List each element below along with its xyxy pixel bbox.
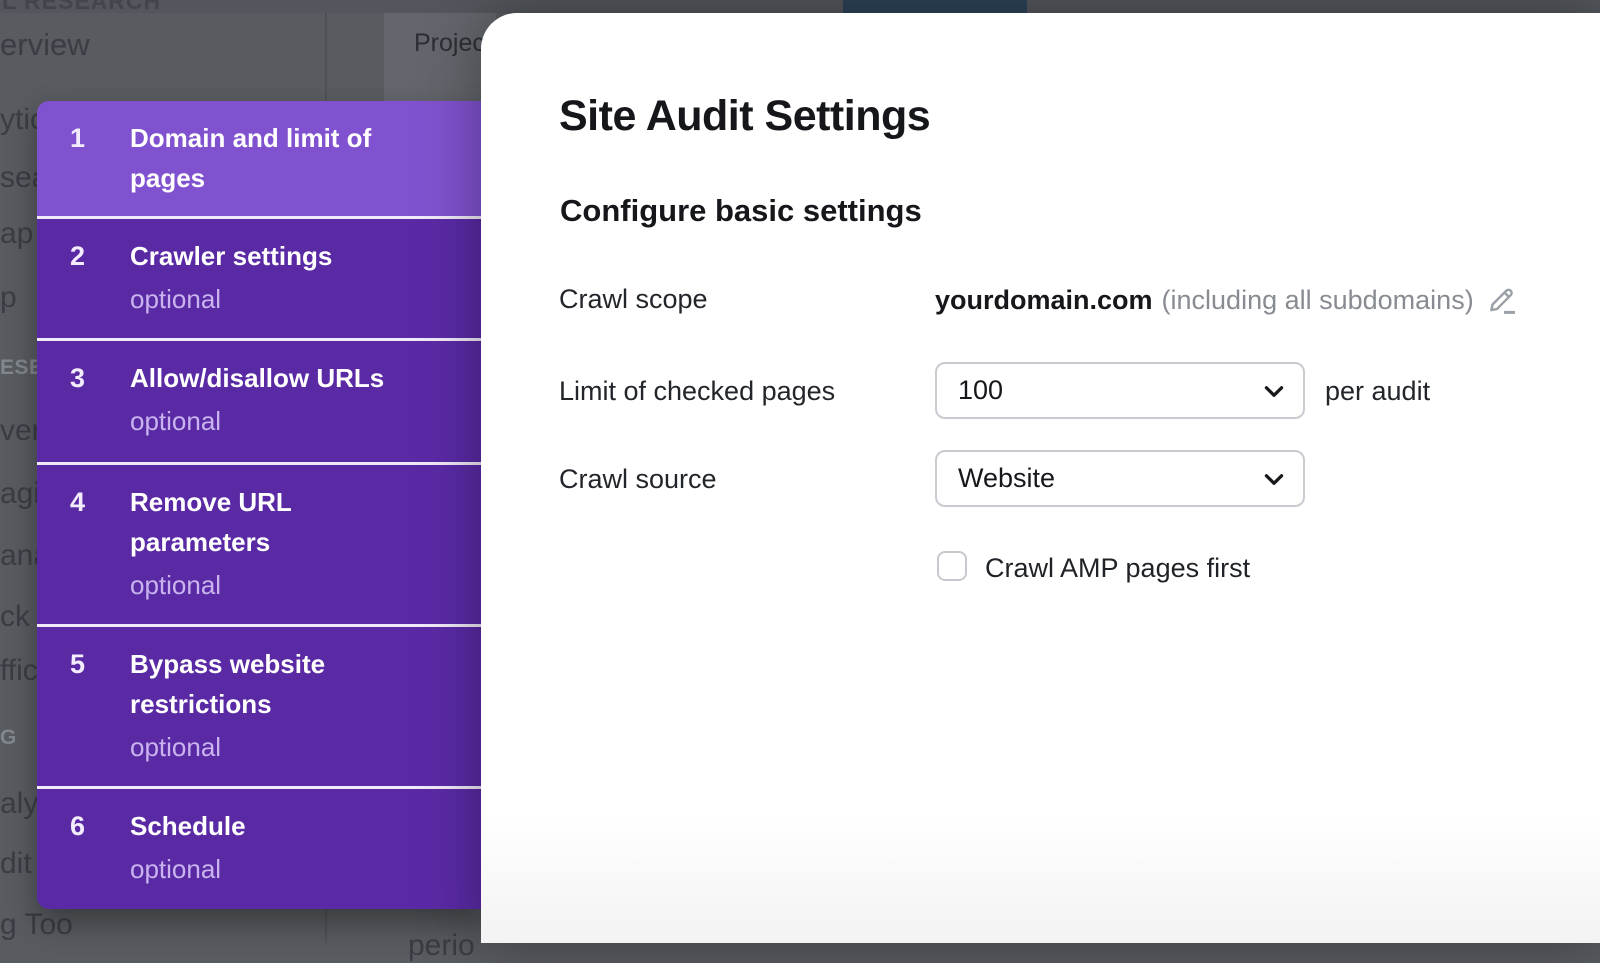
step-title: Bypass website restrictions: [130, 644, 415, 724]
sidebar-fragment: G: [0, 726, 17, 750]
crawl-scope-value: yourdomain.com (including all subdomains…: [935, 282, 1518, 318]
step-title: Remove URL parameters: [130, 482, 415, 562]
step-optional-label: optional: [130, 404, 481, 438]
sidebar-fragment: g Too: [0, 908, 73, 942]
step-optional-label: optional: [130, 282, 481, 316]
crawl-source-select-value: Website: [958, 463, 1055, 494]
step-bypass-website-restrictions[interactable]: 5 Bypass website restrictions optional: [37, 624, 481, 786]
sidebar-fragment: ap: [0, 217, 33, 251]
chevron-down-icon: [1261, 378, 1287, 404]
crawl-source-label: Crawl source: [559, 464, 717, 495]
crawl-scope-domain: yourdomain.com: [935, 285, 1153, 316]
crawl-source-select[interactable]: Website: [935, 450, 1305, 507]
step-number: 2: [37, 236, 130, 276]
background-tab-label: Projec: [414, 29, 485, 58]
sidebar-fragment: ck: [0, 600, 30, 634]
step-number: 5: [37, 644, 130, 724]
background-topbar-button: [843, 0, 1027, 13]
crawl-amp-checkbox[interactable]: [937, 551, 967, 581]
sidebar-fragment: ffic: [0, 654, 38, 688]
section-heading: Configure basic settings: [560, 193, 922, 229]
sidebar-fragment: agi: [0, 477, 40, 511]
settings-step-nav: 1 Domain and limit of pages 2 Crawler se…: [37, 101, 481, 909]
crawl-scope-note: (including all subdomains): [1162, 285, 1474, 316]
step-title: Schedule: [130, 806, 415, 846]
step-optional-label: optional: [130, 852, 481, 886]
limit-select-value: 100: [958, 375, 1003, 406]
background-tab[interactable]: Projec: [384, 13, 496, 101]
crawl-amp-label[interactable]: Crawl AMP pages first: [985, 553, 1250, 584]
step-number: 1: [37, 118, 130, 198]
sidebar-fragment: ver: [0, 414, 42, 448]
edit-pencil-icon[interactable]: [1486, 284, 1518, 316]
step-crawler-settings[interactable]: 2 Crawler settings optional: [37, 216, 481, 338]
crawl-scope-label: Crawl scope: [559, 284, 708, 315]
background-topbar: [0, 0, 1600, 13]
step-schedule[interactable]: 6 Schedule optional: [37, 786, 481, 909]
step-title: Domain and limit of pages: [130, 118, 415, 198]
sidebar-fragment: L RESEARCH: [2, 0, 161, 15]
step-title: Allow/disallow URLs: [130, 358, 415, 398]
limit-label: Limit of checked pages: [559, 376, 835, 407]
background-bottom-fragment: perio: [408, 929, 475, 963]
sidebar-fragment: aly: [0, 787, 38, 821]
limit-suffix: per audit: [1325, 376, 1430, 407]
chevron-down-icon: [1261, 466, 1287, 492]
sidebar-fragment: p: [0, 281, 17, 315]
step-remove-url-parameters[interactable]: 4 Remove URL parameters optional: [37, 462, 481, 624]
sidebar-fragment: dit: [0, 847, 32, 881]
modal-title: Site Audit Settings: [559, 92, 930, 141]
limit-select[interactable]: 100: [935, 362, 1305, 419]
sidebar-fragment: erview: [0, 27, 90, 63]
step-title: Crawler settings: [130, 236, 415, 276]
step-allow-disallow-urls[interactable]: 3 Allow/disallow URLs optional: [37, 338, 481, 462]
step-number: 4: [37, 482, 130, 562]
step-number: 6: [37, 806, 130, 846]
step-optional-label: optional: [130, 730, 481, 764]
site-audit-settings-modal: Site Audit Settings Configure basic sett…: [481, 13, 1600, 943]
step-domain-and-limit[interactable]: 1 Domain and limit of pages: [37, 101, 481, 216]
step-number: 3: [37, 358, 130, 398]
step-optional-label: optional: [130, 568, 481, 602]
